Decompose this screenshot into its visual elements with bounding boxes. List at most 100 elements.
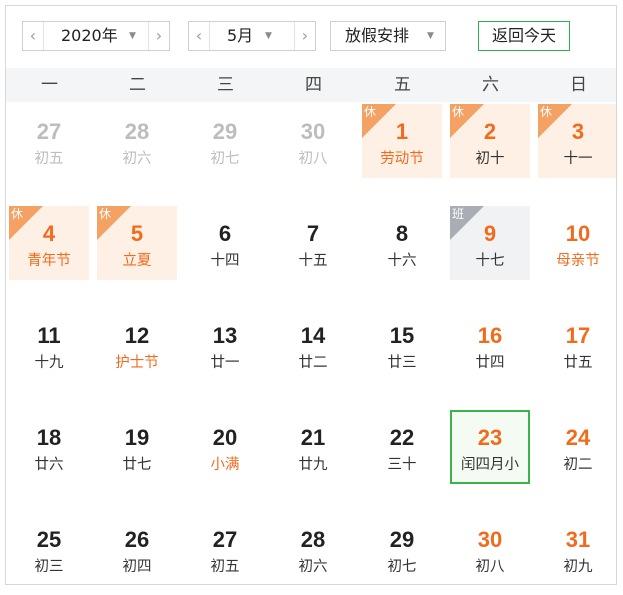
day-cell[interactable]: 16 廿四 [450, 308, 530, 382]
day-cell[interactable]: 21 廿九 [273, 410, 353, 484]
lunar-date: 初五 [34, 151, 64, 167]
tag-label: 休 [364, 105, 377, 119]
day-number: 29 [212, 119, 238, 144]
day-number: 24 [565, 425, 591, 450]
day-cell[interactable]: 30 初八 [450, 512, 530, 584]
day-cell[interactable]: 31 初九 [538, 512, 616, 584]
next-year-arrow-icon[interactable]: › [148, 22, 169, 50]
day-cell[interactable]: 休 1 劳动节 [362, 104, 442, 178]
lunar-date: 廿五 [563, 355, 593, 371]
prev-year-arrow-icon[interactable]: ‹ [23, 22, 44, 50]
day-number: 18 [36, 425, 62, 450]
next-month-arrow-icon[interactable]: › [294, 22, 315, 50]
day-cell[interactable]: 28 初六 [273, 512, 353, 584]
lunar-date: 廿九 [298, 457, 328, 473]
day-cell[interactable]: 27 初五 [185, 512, 265, 584]
day-number: 25 [36, 527, 62, 552]
day-number: 23 [477, 425, 503, 450]
holiday-caret-icon[interactable]: ▼ [427, 22, 434, 50]
day-number: 28 [124, 119, 150, 144]
day-number: 2 [483, 119, 497, 144]
day-number: 20 [212, 425, 238, 450]
lunar-date: 母亲节 [556, 253, 600, 269]
day-number: 27 [36, 119, 62, 144]
day-cell[interactable]: 25 初三 [9, 512, 89, 584]
lunar-date: 初九 [563, 559, 593, 575]
month-caret-icon[interactable]: ▼ [265, 22, 272, 50]
month-selector[interactable]: ‹ 5月 ▼ › [188, 21, 316, 51]
day-cell[interactable]: 14 廿二 [273, 308, 353, 382]
tag-label: 休 [540, 105, 553, 119]
year-selector[interactable]: ‹ 2020年 ▼ › [22, 21, 170, 51]
day-cell[interactable]: 休 4 青年节 [9, 206, 89, 280]
day-cell[interactable]: 8 十六 [362, 206, 442, 280]
day-cell[interactable]: 29 初七 [362, 512, 442, 584]
calendar-widget: ‹ 2020年 ▼ › ‹ 5月 ▼ › 放假安排 ▼ 返回今天 一 二 三 四 五 六 日… [5, 5, 617, 585]
day-cell[interactable]: 22 三十 [362, 410, 442, 484]
day-cell[interactable]: 13 廿一 [185, 308, 265, 382]
day-cell[interactable]: 27 初五 [9, 104, 89, 178]
lunar-date: 劳动节 [380, 151, 424, 167]
lunar-date: 立夏 [122, 253, 152, 269]
weekday-label: 六 [482, 75, 499, 95]
lunar-date: 十四 [210, 253, 240, 269]
day-cell[interactable]: 28 初六 [97, 104, 177, 178]
lunar-date: 十七 [475, 253, 505, 269]
day-number: 4 [42, 221, 56, 246]
day-cell[interactable]: 休 2 初十 [450, 104, 530, 178]
weekday-header: 一二三四五六日 [6, 68, 616, 102]
day-cell[interactable]: 18 廿六 [9, 410, 89, 484]
lunar-date: 初七 [210, 151, 240, 167]
lunar-date: 初八 [298, 151, 328, 167]
lunar-date: 十一 [563, 151, 593, 167]
day-cell[interactable]: 30 初八 [273, 104, 353, 178]
weekday-label: 日 [570, 75, 587, 95]
day-cell[interactable]: 休 3 十一 [538, 104, 616, 178]
day-number: 9 [483, 221, 497, 246]
day-cell[interactable]: 11 十九 [9, 308, 89, 382]
day-cell[interactable]: 19 廿七 [97, 410, 177, 484]
day-cell[interactable]: 12 护士节 [97, 308, 177, 382]
day-cell[interactable]: 休 5 立夏 [97, 206, 177, 280]
day-cell[interactable]: 7 十五 [273, 206, 353, 280]
back-to-today-button[interactable]: 返回今天 [478, 21, 570, 51]
weekday-label: 四 [305, 75, 322, 95]
day-cell[interactable]: 10 母亲节 [538, 206, 616, 280]
tag-label: 班 [452, 207, 465, 221]
day-cell-today[interactable]: 23 闰四月小 [450, 410, 530, 484]
lunar-date: 初二 [563, 457, 593, 473]
year-caret-icon[interactable]: ▼ [129, 22, 136, 50]
lunar-date: 十九 [34, 355, 64, 371]
lunar-date: 闰四月小 [461, 457, 519, 473]
day-cell[interactable]: 20 小满 [185, 410, 265, 484]
weekday-label: 二 [129, 75, 146, 95]
day-number: 13 [212, 323, 238, 348]
lunar-date: 青年节 [27, 253, 71, 269]
day-cell[interactable]: 17 廿五 [538, 308, 616, 382]
day-number: 8 [395, 221, 409, 246]
day-number: 3 [571, 119, 585, 144]
lunar-date: 初六 [298, 559, 328, 575]
day-cell[interactable]: 6 十四 [185, 206, 265, 280]
prev-month-arrow-icon[interactable]: ‹ [189, 22, 210, 50]
day-cell[interactable]: 26 初四 [97, 512, 177, 584]
tag-label: 休 [452, 105, 465, 119]
day-number: 11 [37, 323, 61, 348]
day-number: 15 [389, 323, 415, 348]
day-cell[interactable]: 29 初七 [185, 104, 265, 178]
day-number: 14 [300, 323, 326, 348]
holiday-schedule-select[interactable]: 放假安排 ▼ [330, 21, 446, 51]
day-number: 17 [565, 323, 591, 348]
day-cell[interactable]: 24 初二 [538, 410, 616, 484]
lunar-date: 廿三 [387, 355, 417, 371]
lunar-date: 小满 [210, 457, 240, 473]
lunar-date: 初七 [387, 559, 417, 575]
holiday-schedule-value: 放假安排 [345, 26, 410, 45]
tag-label: 休 [99, 207, 112, 221]
day-cell[interactable]: 15 廿三 [362, 308, 442, 382]
lunar-date: 三十 [387, 457, 417, 473]
lunar-date: 初十 [475, 151, 505, 167]
day-cell[interactable]: 班 9 十七 [450, 206, 530, 280]
day-number: 7 [306, 221, 320, 246]
day-number: 10 [565, 221, 591, 246]
